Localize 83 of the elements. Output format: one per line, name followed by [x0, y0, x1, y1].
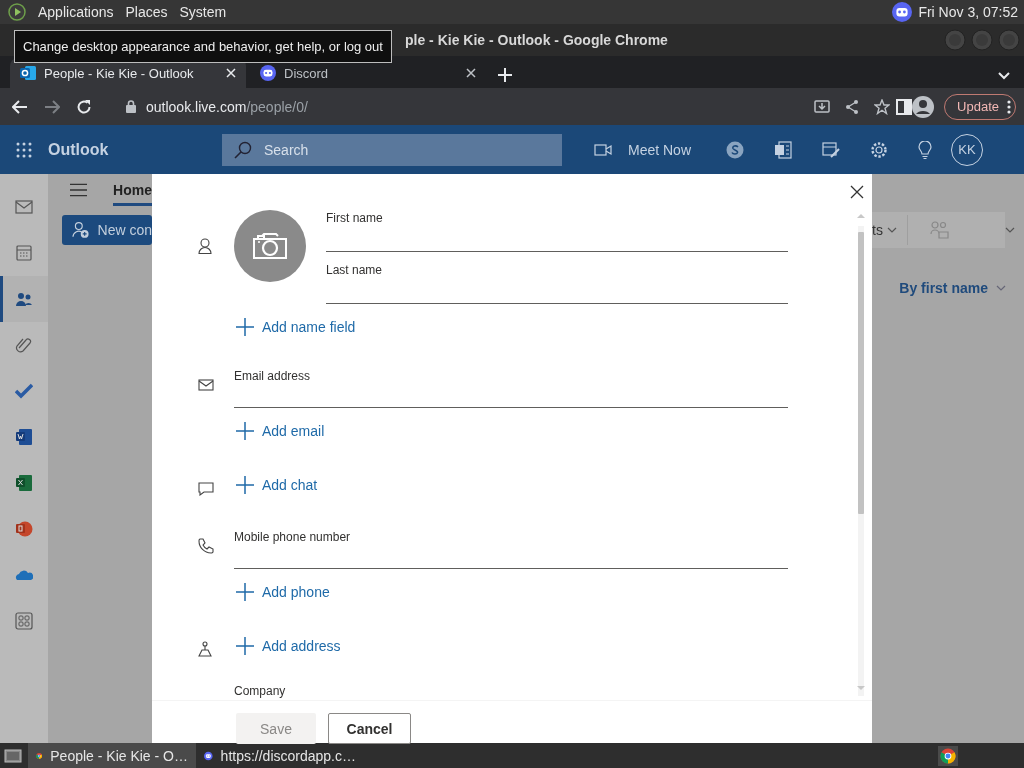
plus-icon: [236, 637, 254, 655]
side-panel-icon[interactable]: [896, 98, 913, 115]
close-icon[interactable]: [466, 68, 476, 78]
chat-bubble-icon: [198, 482, 214, 496]
plus-icon: [236, 476, 254, 494]
discord-icon: [892, 2, 913, 22]
chevron-down-icon[interactable]: [1005, 227, 1015, 233]
field-label: Last name: [326, 262, 384, 278]
plus-icon: [236, 318, 254, 336]
video-camera-icon[interactable]: [594, 143, 612, 156]
app-launcher-icon[interactable]: [16, 141, 32, 158]
rail-button[interactable]: [0, 276, 48, 322]
taskbar-item[interactable]: https://discordapp.c…: [196, 743, 364, 768]
url-text[interactable]: outlook.live.com/people/0/: [146, 98, 308, 115]
tab-title: People - Kie Kie - Outlook: [44, 65, 195, 81]
paperclip-icon: [15, 336, 33, 354]
mail-icon: [198, 379, 214, 391]
mail-icon: [15, 198, 33, 216]
settings-icon[interactable]: [870, 140, 889, 159]
add-link[interactable]: Add phone: [234, 577, 330, 607]
close-icon: [850, 185, 864, 199]
apps-grid-icon: [15, 612, 33, 630]
notebook-icon[interactable]: [774, 140, 793, 159]
menu-item[interactable]: Applications: [38, 4, 114, 20]
location-icon: [198, 641, 212, 657]
more-icon[interactable]: [1007, 99, 1011, 114]
app-title: Outlook: [48, 140, 110, 159]
calendar-edit-icon[interactable]: [822, 140, 841, 159]
discord-icon: [260, 65, 276, 81]
add-link[interactable]: Add address: [234, 631, 341, 661]
star-icon[interactable]: [874, 98, 891, 115]
checkmark-icon: [15, 382, 33, 400]
menu-item[interactable]: Places: [125, 4, 168, 20]
profile-icon[interactable]: [912, 95, 935, 118]
close-button[interactable]: [848, 183, 866, 201]
sort-dropdown[interactable]: By first name: [872, 280, 1024, 296]
new-tab-icon[interactable]: [498, 68, 512, 82]
skype-icon[interactable]: [726, 140, 745, 159]
command-label[interactable]: ts: [872, 222, 883, 238]
install-icon[interactable]: [814, 98, 831, 115]
reload-icon[interactable]: [76, 98, 92, 115]
camera-icon: [252, 232, 288, 260]
add-link[interactable]: Add chat: [234, 470, 318, 500]
calendar-icon: [15, 244, 33, 262]
cancel-button[interactable]: Cancel: [328, 713, 411, 744]
share-icon[interactable]: [844, 98, 861, 115]
plus-icon: [236, 422, 254, 440]
tab-list-icon[interactable]: [998, 72, 1010, 80]
chevron-down-icon[interactable]: [886, 227, 897, 233]
add-person-icon: [72, 221, 90, 239]
field-label: Mobile phone number: [234, 529, 352, 545]
lock-icon: [126, 100, 136, 113]
document-app-icon: [15, 428, 33, 446]
search-field[interactable]: Search: [222, 133, 562, 166]
add-link[interactable]: Add name field: [234, 312, 356, 342]
new-contact-button[interactable]: New con: [62, 215, 152, 245]
clock[interactable]: Fri Nov 3, 07:52: [918, 4, 1018, 20]
people-icon: [15, 290, 33, 308]
chevron-down-icon: [996, 285, 1006, 291]
play-circle-icon: [8, 3, 26, 21]
scrollbar[interactable]: [856, 214, 866, 696]
menu-item[interactable]: System: [179, 4, 227, 20]
field-label: Company: [234, 683, 287, 699]
meet-now-button[interactable]: Meet Now: [628, 141, 692, 158]
back-icon[interactable]: [12, 99, 28, 114]
forward-icon[interactable]: [44, 99, 60, 114]
outlook-icon: [20, 65, 36, 81]
plus-icon: [236, 583, 254, 601]
lightbulb-icon[interactable]: [918, 140, 933, 159]
taskbar-item[interactable]: People - Kie Kie - O…: [28, 743, 196, 768]
field-label: Email address: [234, 368, 312, 384]
presentation-app-icon: [15, 520, 33, 538]
window-title: ple - Kie Kie - Outlook - Google Chrome: [405, 32, 668, 48]
field-label: First name: [326, 210, 384, 226]
tooltip: Change desktop appearance and behavior, get help, or log out: [14, 30, 392, 63]
chrome-icon[interactable]: [938, 745, 958, 766]
tab-title: Discord: [284, 65, 330, 81]
phone-icon: [198, 538, 214, 554]
menu-icon[interactable]: [70, 183, 88, 197]
show-desktop-icon[interactable]: [4, 747, 22, 764]
add-link[interactable]: Add email: [234, 416, 325, 446]
spreadsheet-app-icon: [15, 474, 33, 492]
person-icon: [198, 238, 212, 254]
